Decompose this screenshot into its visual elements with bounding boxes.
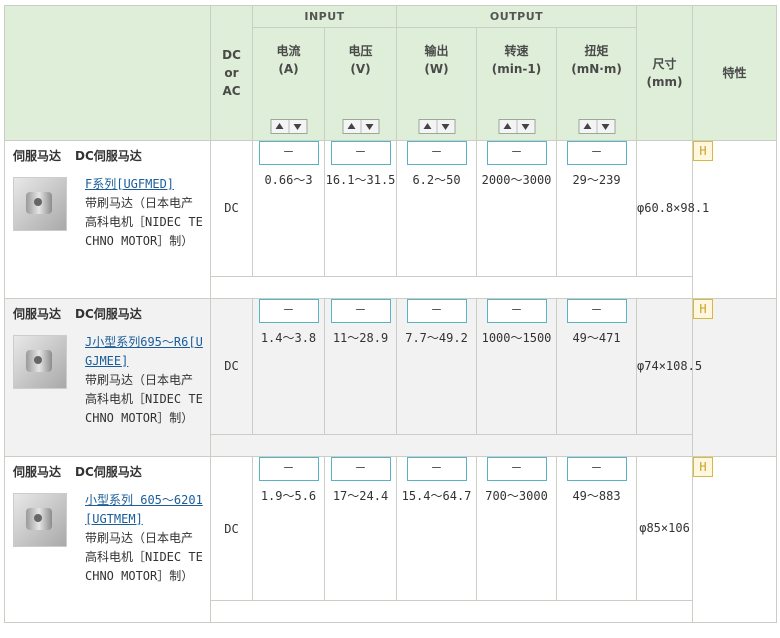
dc-ac-value: DC	[210, 298, 253, 435]
speed-filter[interactable]: －	[486, 141, 547, 165]
speed-value: 1000～1500	[481, 331, 552, 345]
output-filter[interactable]: －	[406, 457, 467, 481]
current-filter[interactable]: －	[258, 457, 319, 481]
voltage-value: 16.1～31.5	[325, 173, 396, 187]
sort-ascending-icon[interactable]	[343, 120, 360, 133]
output-sorter	[418, 119, 456, 134]
current-filter[interactable]: －	[258, 141, 319, 165]
size-value: φ74×108.5	[636, 298, 702, 435]
dc-ac-value: DC	[210, 140, 253, 277]
product-cell: 伺服马达 DC伺服马达 F系列[UGFMED] 带刷马达（日本电产高科电机［NIDE…	[4, 140, 211, 299]
torque-filter[interactable]: －	[566, 457, 627, 481]
speed-filter[interactable]: －	[486, 299, 547, 323]
spec-table-page: DC or AC INPUT OUTPUT 尺寸 (mm) 特性 电流 (A) 电压 (V…	[0, 0, 780, 638]
speed-filter[interactable]: －	[486, 457, 547, 481]
product-link[interactable]: 小型系列 605～6201[UGTMEM]	[85, 491, 204, 529]
speed-sorter	[498, 119, 536, 134]
sort-descending-icon[interactable]	[516, 120, 534, 133]
header-feature: 特性	[692, 5, 778, 141]
current-sorter	[270, 119, 307, 134]
product-cell: 伺服马达 DC伺服马达 小型系列 605～6201[UGTMEM] 带刷马达（日本电…	[4, 456, 211, 623]
product-link[interactable]: F系列[UGFMED]	[85, 175, 204, 194]
output-filter[interactable]: －	[406, 299, 467, 323]
sort-descending-icon[interactable]	[436, 120, 454, 133]
size-value: φ60.8×98.1	[636, 140, 709, 277]
feature-h-badge[interactable]: H	[693, 457, 714, 477]
header-current: 电流 (A)	[252, 27, 325, 141]
table-row: 伺服马达 DC伺服马达 J小型系列695～R6[UGJMEE] 带刷马达（日本电产高…	[4, 298, 778, 457]
product-thumbnail[interactable]	[13, 177, 67, 231]
torque-filter[interactable]: －	[566, 299, 627, 323]
voltage-sorter	[342, 119, 379, 134]
product-thumbnail[interactable]	[13, 493, 67, 547]
sort-descending-icon[interactable]	[596, 120, 614, 133]
sort-ascending-icon[interactable]	[419, 120, 436, 133]
output-value: 7.7～49.2	[405, 331, 468, 345]
header-voltage: 电压 (V)	[323, 27, 398, 141]
torque-sorter	[578, 119, 616, 134]
sort-descending-icon[interactable]	[360, 120, 378, 133]
product-thumbnail[interactable]	[13, 335, 67, 389]
size-value: φ85×106	[636, 456, 694, 601]
sort-ascending-icon[interactable]	[579, 120, 596, 133]
dc-ac-value: DC	[210, 456, 253, 601]
motor-spec-table: DC or AC INPUT OUTPUT 尺寸 (mm) 特性 电流 (A) 电压 (V…	[4, 5, 778, 623]
current-value: 1.9～5.6	[260, 489, 317, 503]
sort-ascending-icon[interactable]	[271, 120, 288, 133]
header-output: 输出 (W)	[396, 27, 478, 141]
feature-h-badge[interactable]: H	[693, 299, 714, 319]
current-filter[interactable]: －	[258, 299, 319, 323]
header-output-group: OUTPUT	[396, 5, 638, 28]
table-row: 伺服马达 DC伺服马达 小型系列 605～6201[UGTMEM] 带刷马达（日本电…	[4, 456, 778, 623]
voltage-value: 17～24.4	[332, 489, 389, 503]
product-cell: 伺服马达 DC伺服马达 J小型系列695～R6[UGJMEE] 带刷马达（日本电产高…	[4, 298, 211, 457]
torque-value: 49～471	[572, 331, 621, 345]
table-row: 伺服马达 DC伺服马达 F系列[UGFMED] 带刷马达（日本电产高科电机［NIDE…	[4, 140, 778, 299]
feature-h-badge[interactable]: H	[693, 141, 714, 161]
current-value: 1.4～3.8	[260, 331, 317, 345]
speed-value: 2000～3000	[481, 173, 552, 187]
sort-ascending-icon[interactable]	[499, 120, 516, 133]
torque-value: 49～883	[572, 489, 621, 503]
output-value: 15.4～64.7	[401, 489, 472, 503]
current-value: 0.66～3	[264, 173, 313, 187]
torque-filter[interactable]: －	[566, 141, 627, 165]
header-size: 尺寸 (mm)	[636, 5, 694, 141]
voltage-filter[interactable]: －	[330, 299, 391, 323]
header-input-group: INPUT	[251, 5, 398, 28]
header-torque: 扭矩 (mN·m)	[556, 27, 638, 141]
output-value: 6.2～50	[412, 173, 461, 187]
voltage-filter[interactable]: －	[330, 141, 391, 165]
output-filter[interactable]: －	[406, 141, 467, 165]
header-product	[4, 5, 211, 141]
product-link[interactable]: J小型系列695～R6[UGJMEE]	[85, 333, 204, 371]
header-dc-or-ac: DC or AC	[210, 5, 253, 141]
speed-value: 700～3000	[485, 489, 548, 503]
voltage-filter[interactable]: －	[330, 457, 391, 481]
voltage-value: 11～28.9	[332, 331, 389, 345]
header-speed: 转速 (min-1)	[476, 27, 558, 141]
sort-descending-icon[interactable]	[288, 120, 306, 133]
torque-value: 29～239	[572, 173, 621, 187]
